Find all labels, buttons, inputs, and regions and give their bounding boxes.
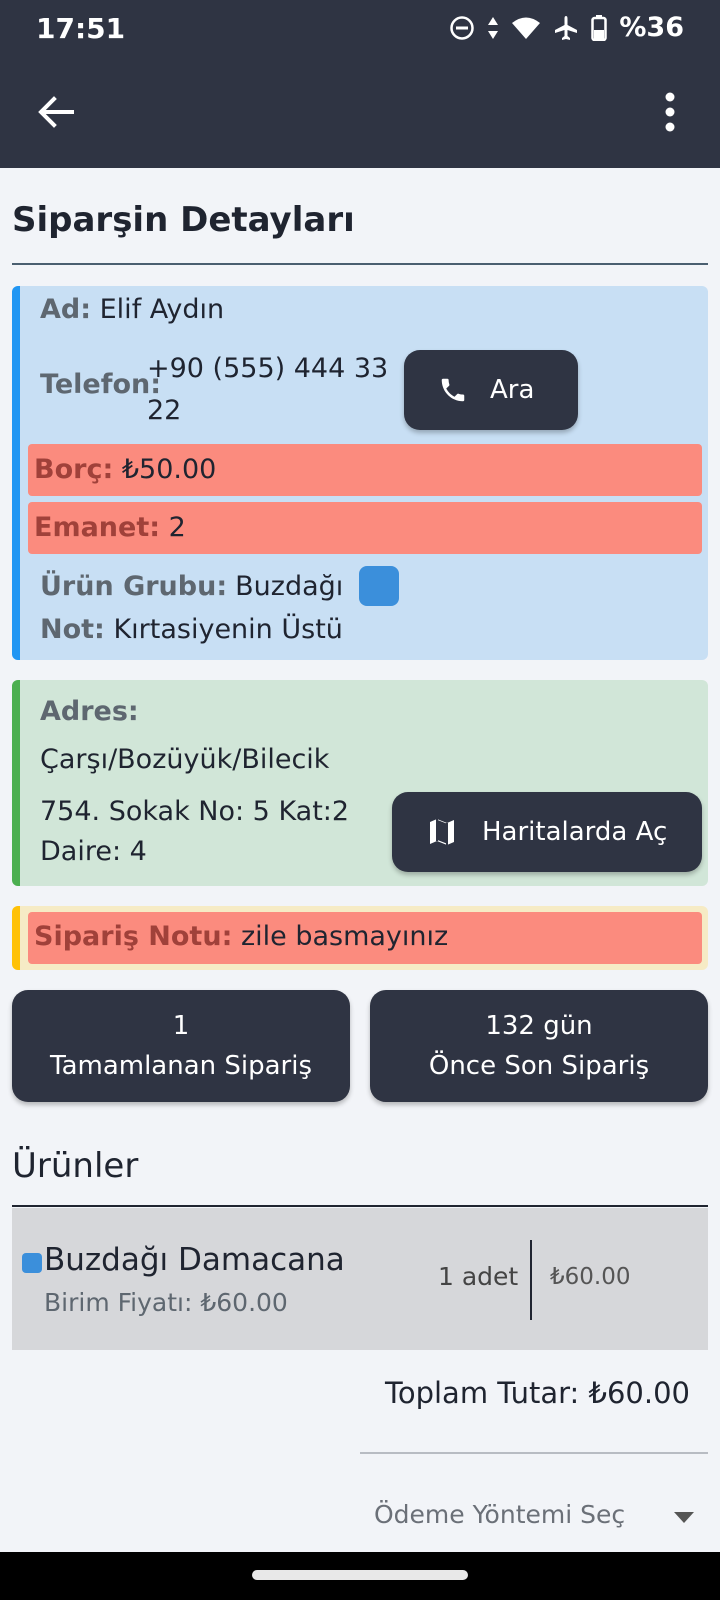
back-arrow-icon[interactable]	[34, 90, 78, 134]
product-group-row: Ürün Grubu: Buzdağı	[40, 566, 400, 606]
order-note-row: Sipariş Notu: zile basmayınız	[28, 912, 702, 964]
phone-number: +90 (555) 444 33 22	[147, 348, 388, 432]
payment-method-select[interactable]: Ödeme Yöntemi Seç	[374, 1500, 625, 1529]
completed-orders-label: Tamamlanan Sipariş	[49, 1051, 313, 1081]
note-row: Not: Kırtasiyenin Üstü	[40, 614, 343, 645]
navigation-bar	[0, 1552, 720, 1600]
address-label: Adres:	[40, 696, 139, 727]
status-time: 17:51	[36, 12, 126, 45]
debt-value: ₺50.00	[121, 454, 217, 485]
airplane-icon	[555, 15, 578, 40]
product-color-swatch	[22, 1253, 42, 1273]
completed-orders-button[interactable]: 1 Tamamlanan Sipariş	[12, 990, 350, 1102]
home-gesture-handle[interactable]	[252, 1570, 468, 1580]
order-note-value: zile basmayınız	[240, 921, 449, 952]
dropdown-arrow-icon[interactable]	[674, 1512, 694, 1523]
note-value: Kırtasiyenin Üstü	[113, 614, 343, 645]
app-bar	[0, 56, 720, 168]
map-icon	[430, 819, 454, 845]
phone-label: Telefon:	[40, 369, 162, 400]
completed-orders-count: 1	[172, 1011, 190, 1041]
address-line-2: 754. Sokak No: 5 Kat:2	[40, 796, 350, 827]
products-divider	[12, 1205, 708, 1207]
phone-line-2: 22	[147, 395, 182, 426]
product-group-value: Buzdağı	[235, 570, 344, 602]
customer-name: Elif Aydın	[99, 294, 225, 325]
product-group-label: Ürün Grubu:	[40, 570, 228, 602]
status-bar: 17:51 %36	[0, 0, 720, 56]
do-not-disturb-icon	[450, 15, 475, 40]
product-row[interactable]: Buzdağı Damacana Birim Fiyatı: ₺60.00 1 …	[12, 1208, 708, 1350]
last-order-days: 132 gün	[485, 1011, 593, 1041]
status-icons: %36	[449, 12, 684, 43]
debt-row: Borç: ₺50.00	[28, 444, 702, 496]
last-order-button[interactable]: 132 gün Önce Son Sipariş	[370, 990, 708, 1102]
total-amount: Toplam Tutar: ₺60.00	[385, 1376, 690, 1410]
products-title: Ürünler	[12, 1146, 139, 1186]
deposit-label: Emanet:	[34, 512, 161, 543]
product-quantity: 1 adet	[438, 1262, 519, 1291]
last-order-label: Önce Son Sipariş	[428, 1051, 650, 1081]
address-label-row: Adres:	[40, 696, 139, 727]
address-card: Adres: Çarşı/Bozüyük/Bilecik 754. Sokak …	[12, 680, 708, 886]
group-color-swatch	[359, 566, 400, 606]
customer-card: Ad: Elif Aydın Telefon: +90 (555) 444 33…	[12, 286, 708, 660]
payment-divider	[360, 1452, 708, 1454]
product-name: Buzdağı Damacana	[44, 1242, 345, 1278]
deposit-row: Emanet: 2	[28, 502, 702, 554]
address-line-3: Daire: 4	[40, 836, 147, 867]
open-in-maps-label: Haritalarda Aç	[482, 817, 668, 847]
battery-percent: %36	[619, 12, 684, 43]
product-column-divider	[530, 1240, 532, 1320]
call-button[interactable]: Ara	[404, 350, 578, 430]
phone-label-row: Telefon:	[40, 369, 161, 400]
title-divider	[12, 263, 708, 265]
deposit-value: 2	[168, 512, 186, 543]
product-unit-price: Birim Fiyatı: ₺60.00	[44, 1288, 288, 1317]
data-transfer-icon	[488, 16, 499, 39]
battery-icon	[591, 14, 608, 41]
address-line-1: Çarşı/Bozüyük/Bilecik	[40, 744, 330, 775]
note-label: Not:	[40, 614, 105, 645]
phone-line-1: +90 (555) 444 33	[147, 353, 389, 384]
more-options-icon[interactable]	[660, 92, 680, 132]
debt-label: Borç:	[34, 454, 114, 485]
name-label: Ad:	[40, 294, 92, 325]
customer-name-row: Ad: Elif Aydın	[40, 294, 224, 325]
order-note-label: Sipariş Notu:	[34, 921, 233, 952]
page-title: Siparşin Detayları	[12, 200, 355, 240]
order-note-card: Sipariş Notu: zile basmayınız	[12, 906, 708, 970]
wifi-icon	[512, 17, 541, 39]
product-price: ₺60.00	[550, 1264, 631, 1290]
call-button-label: Ara	[490, 375, 535, 405]
open-in-maps-button[interactable]: Haritalarda Aç	[392, 792, 702, 872]
phone-icon	[441, 378, 465, 402]
